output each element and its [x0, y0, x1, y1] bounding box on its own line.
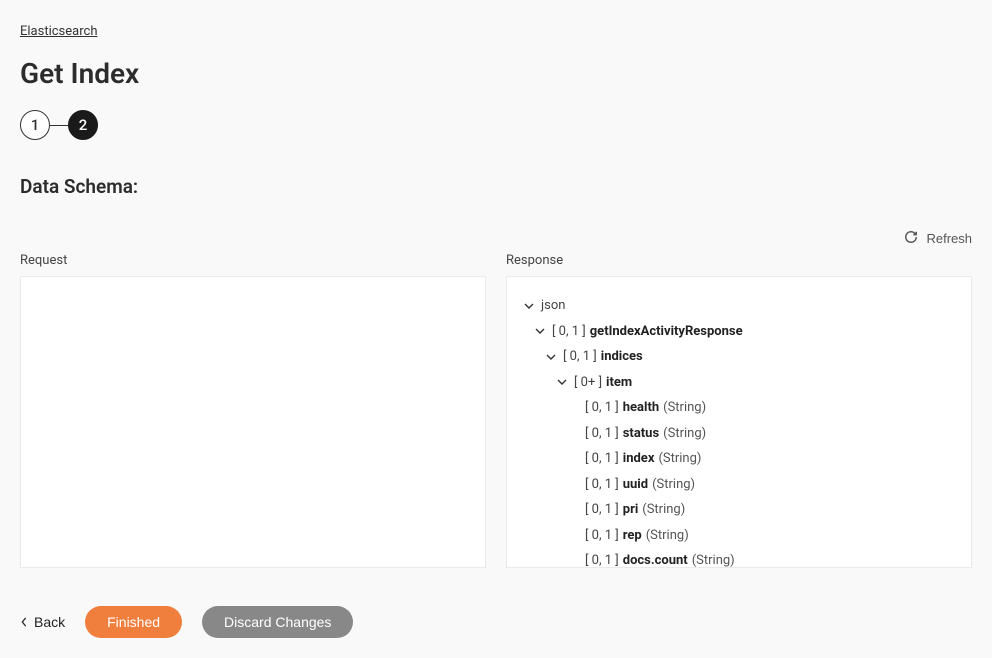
tree-node-label: index: [623, 449, 655, 469]
tree-node-item[interactable]: [ 0+ ] item: [523, 370, 955, 396]
back-button[interactable]: Back: [20, 614, 65, 630]
stepper-step-1[interactable]: 1: [20, 110, 50, 140]
tree-node-type: (String): [642, 500, 685, 520]
tree-node-field[interactable]: [ 0, 1 ] status (String): [523, 421, 955, 447]
tree-node-type: (String): [663, 398, 706, 418]
tree-node-field[interactable]: [ 0, 1 ] pri (String): [523, 497, 955, 523]
refresh-icon: [904, 230, 918, 247]
tree-cardinality: [ 0, 1 ]: [585, 551, 619, 568]
tree-node-label: rep: [623, 526, 642, 546]
chevron-down-icon: [545, 351, 557, 363]
tree-node-label: uuid: [623, 475, 648, 495]
tree-node-label: status: [623, 424, 659, 444]
section-title: Data Schema:: [20, 175, 972, 198]
tree-node-json[interactable]: json: [523, 293, 955, 319]
back-label: Back: [34, 614, 65, 630]
breadcrumb: Elasticsearch: [20, 20, 972, 39]
tree-node-label: health: [623, 398, 659, 418]
tree-cardinality: [ 0, 1 ]: [585, 500, 619, 520]
tree-cardinality: [ 0, 1 ]: [585, 424, 619, 444]
tree-node-label: indices: [601, 347, 643, 367]
tree-node-field[interactable]: [ 0, 1 ] uuid (String): [523, 472, 955, 498]
tree-node-label: json: [541, 296, 565, 316]
tree-node-field[interactable]: [ 0, 1 ] docs.count (String): [523, 548, 955, 568]
tree-node-label: docs.count: [623, 551, 688, 568]
tree-node-type: (String): [652, 475, 695, 495]
finished-button[interactable]: Finished: [85, 606, 182, 638]
tree-node-label: getIndexActivityResponse: [590, 322, 743, 342]
tree-node-type: (String): [663, 424, 706, 444]
tree-cardinality: [ 0, 1 ]: [585, 475, 619, 495]
tree-cardinality: [ 0, 1 ]: [585, 526, 619, 546]
tree-node-type: (String): [658, 449, 701, 469]
tree-cardinality: [ 0, 1 ]: [563, 347, 597, 367]
page-title: Get Index: [20, 57, 972, 90]
tree-cardinality: [ 0+ ]: [574, 373, 602, 393]
response-label: Response: [506, 253, 972, 268]
chevron-down-icon: [523, 300, 535, 312]
tree-node-label: item: [606, 373, 632, 393]
refresh-button[interactable]: Refresh: [904, 230, 972, 247]
tree-cardinality: [ 0, 1 ]: [585, 449, 619, 469]
tree-node-type: (String): [692, 551, 735, 568]
request-panel[interactable]: [20, 276, 486, 568]
chevron-down-icon: [556, 376, 568, 388]
response-panel[interactable]: json [ 0, 1 ] getIndexActivityResponse […: [506, 276, 972, 568]
request-label: Request: [20, 253, 486, 268]
tree-node-indices[interactable]: [ 0, 1 ] indices: [523, 344, 955, 370]
chevron-left-icon: [20, 614, 28, 630]
tree-node-label: pri: [623, 500, 639, 520]
chevron-down-icon: [534, 325, 546, 337]
tree-node-response[interactable]: [ 0, 1 ] getIndexActivityResponse: [523, 319, 955, 345]
stepper: 1 2: [20, 110, 972, 140]
stepper-step-2[interactable]: 2: [68, 110, 98, 140]
tree-cardinality: [ 0, 1 ]: [552, 322, 586, 342]
tree-node-field[interactable]: [ 0, 1 ] rep (String): [523, 523, 955, 549]
refresh-label: Refresh: [926, 231, 972, 246]
tree-cardinality: [ 0, 1 ]: [585, 398, 619, 418]
discard-changes-button[interactable]: Discard Changes: [202, 606, 353, 638]
stepper-connector: [50, 125, 68, 126]
tree-node-field[interactable]: [ 0, 1 ] index (String): [523, 446, 955, 472]
breadcrumb-parent-link[interactable]: Elasticsearch: [20, 24, 97, 39]
tree-node-field[interactable]: [ 0, 1 ] health (String): [523, 395, 955, 421]
tree-node-type: (String): [646, 526, 689, 546]
